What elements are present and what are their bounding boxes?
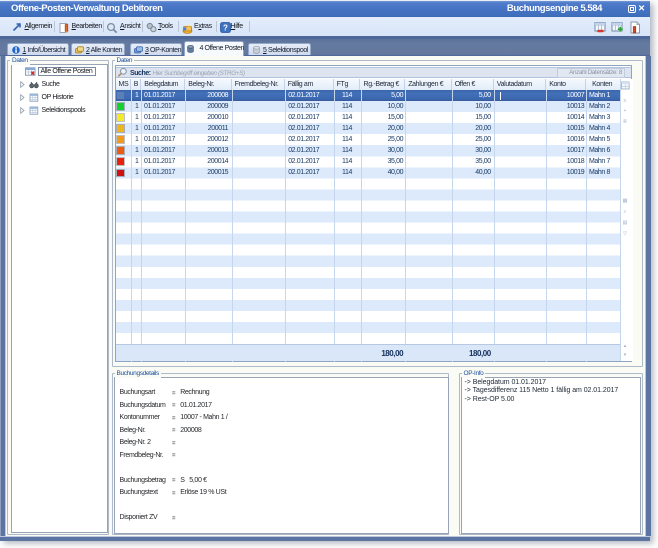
svg-text:?: ? [223,23,228,32]
